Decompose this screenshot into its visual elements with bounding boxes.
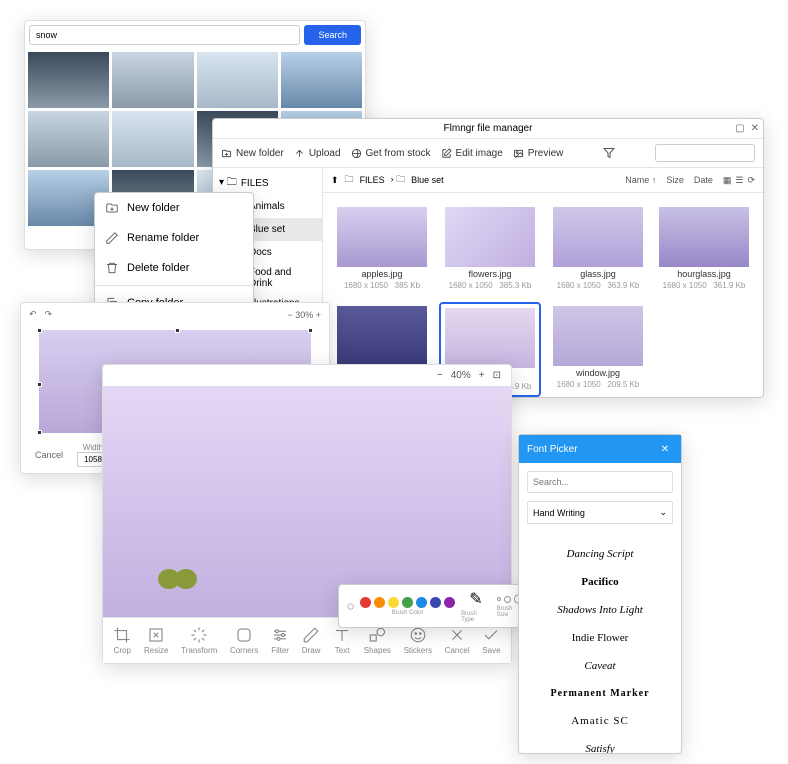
redo-icon[interactable]: ↷ [45,309,53,320]
file-item[interactable]: hourglass.jpg1680 x 1050 361.9 Kb [655,203,753,294]
editor-canvas[interactable] [103,386,511,617]
font-option[interactable]: Satisfy [519,735,681,753]
brush-color-swatch[interactable] [416,597,427,608]
brush-color-swatch[interactable] [374,597,385,608]
stock-thumb[interactable] [112,111,193,167]
file-item[interactable]: flowers.jpg1680 x 1050 385.3 Kb [439,203,541,294]
cancel-button[interactable]: Cancel [27,446,71,464]
ctx-delete-folder[interactable]: Delete folder [95,253,253,283]
undo-icon[interactable]: ↶ [29,309,37,320]
file-item[interactable]: apples.jpg1680 x 1050 385 Kb [333,203,431,294]
brush-color-swatch[interactable] [388,597,399,608]
file-item[interactable]: glass.jpg1680 x 1050 363.9 Kb [549,203,647,294]
sort-name[interactable]: Name ↑ [625,175,656,185]
get-stock-button[interactable]: Get from stock [351,148,431,159]
search-button[interactable]: Search [304,25,361,45]
filter-input[interactable] [655,144,755,162]
brush-color-swatch[interactable] [360,597,371,608]
up-icon[interactable]: ⬆ [331,175,339,186]
tool-cancel[interactable]: Cancel [445,626,470,655]
font-option[interactable]: Dancing Script [519,540,681,568]
ctx-new-folder[interactable]: New folder [95,193,253,223]
tool-draw[interactable]: Draw [302,626,321,655]
tool-crop[interactable]: Crop [113,626,131,655]
tool-stickers[interactable]: Stickers [404,626,432,655]
tool-text[interactable]: Text [333,626,351,655]
font-option[interactable]: Shadows Into Light [519,596,681,624]
font-option[interactable]: Pacifico [519,568,681,596]
breadcrumb-item[interactable]: FILES [360,175,385,185]
ctx-rename-folder[interactable]: Rename folder [95,223,253,253]
maximize-icon[interactable]: ▢ [735,123,744,134]
window-title: Flmngr file manager [444,123,533,134]
panel-title: Font Picker [527,444,578,455]
stock-thumb[interactable] [197,52,278,108]
grid-view-icon[interactable]: ▦ [723,175,732,186]
brush-color-swatch[interactable] [430,597,441,608]
brush-palette: ◌ Brush Color ✎ Brush Type Brush Size [338,584,534,628]
trash-icon [105,261,119,275]
tool-corners[interactable]: Corners [230,626,258,655]
new-folder-button[interactable]: New folder [221,148,284,159]
font-option[interactable]: Indie Flower [519,624,681,652]
brush-size-small[interactable] [497,597,501,601]
zoom-out-icon[interactable]: − [437,370,443,381]
refresh-icon[interactable]: ⟳ [747,175,755,186]
search-input[interactable] [29,25,300,45]
folder-plus-icon [105,201,119,215]
close-icon[interactable]: ✕ [751,123,759,134]
brush-type-icon[interactable]: ✎ [469,589,482,609]
brush-color-swatch[interactable] [444,597,455,608]
font-picker: Font Picker ✕ Hand Writing⌄ Dancing Scri… [518,434,682,754]
file-item[interactable]: window.jpg1680 x 1050 209.5 Kb [549,302,647,397]
chevron-down-icon: ⌄ [659,507,667,518]
font-option[interactable]: Permanent Marker [519,680,681,707]
close-icon[interactable]: ⊡ [493,370,501,381]
breadcrumb-item[interactable]: Blue set [411,175,444,185]
preview-button[interactable]: Preview [513,148,564,159]
close-icon[interactable]: ✕ [657,441,673,457]
tool-filter[interactable]: Filter [271,626,289,655]
category-select[interactable]: Hand Writing⌄ [527,501,673,524]
color-wheel-icon[interactable]: ◌ [347,599,354,613]
brush-size-med[interactable] [504,596,511,603]
font-option[interactable]: Caveat [519,652,681,680]
stock-thumb[interactable] [281,52,362,108]
font-option[interactable]: Amatic SC [519,707,681,735]
zoom-in-icon[interactable]: + [479,370,485,381]
upload-button[interactable]: Upload [294,148,341,159]
pencil-icon [105,231,119,245]
stock-thumb[interactable] [28,111,109,167]
stock-thumb[interactable] [112,52,193,108]
sort-size[interactable]: Size [666,175,684,185]
zoom-level: 40% [451,370,471,381]
sort-date[interactable]: Date [694,175,713,185]
tool-shapes[interactable]: Shapes [364,626,391,655]
tool-save[interactable]: Save [482,626,500,655]
edit-image-button[interactable]: Edit image [441,148,503,159]
tool-resize[interactable]: Resize [144,626,168,655]
zoom-level: 30% [295,310,313,320]
filter-icon[interactable] [603,147,615,159]
stock-thumb[interactable] [28,52,109,108]
tool-transform[interactable]: Transform [181,626,217,655]
list-view-icon[interactable]: ☰ [735,175,743,186]
brush-color-swatch[interactable] [402,597,413,608]
font-search-input[interactable] [527,471,673,493]
